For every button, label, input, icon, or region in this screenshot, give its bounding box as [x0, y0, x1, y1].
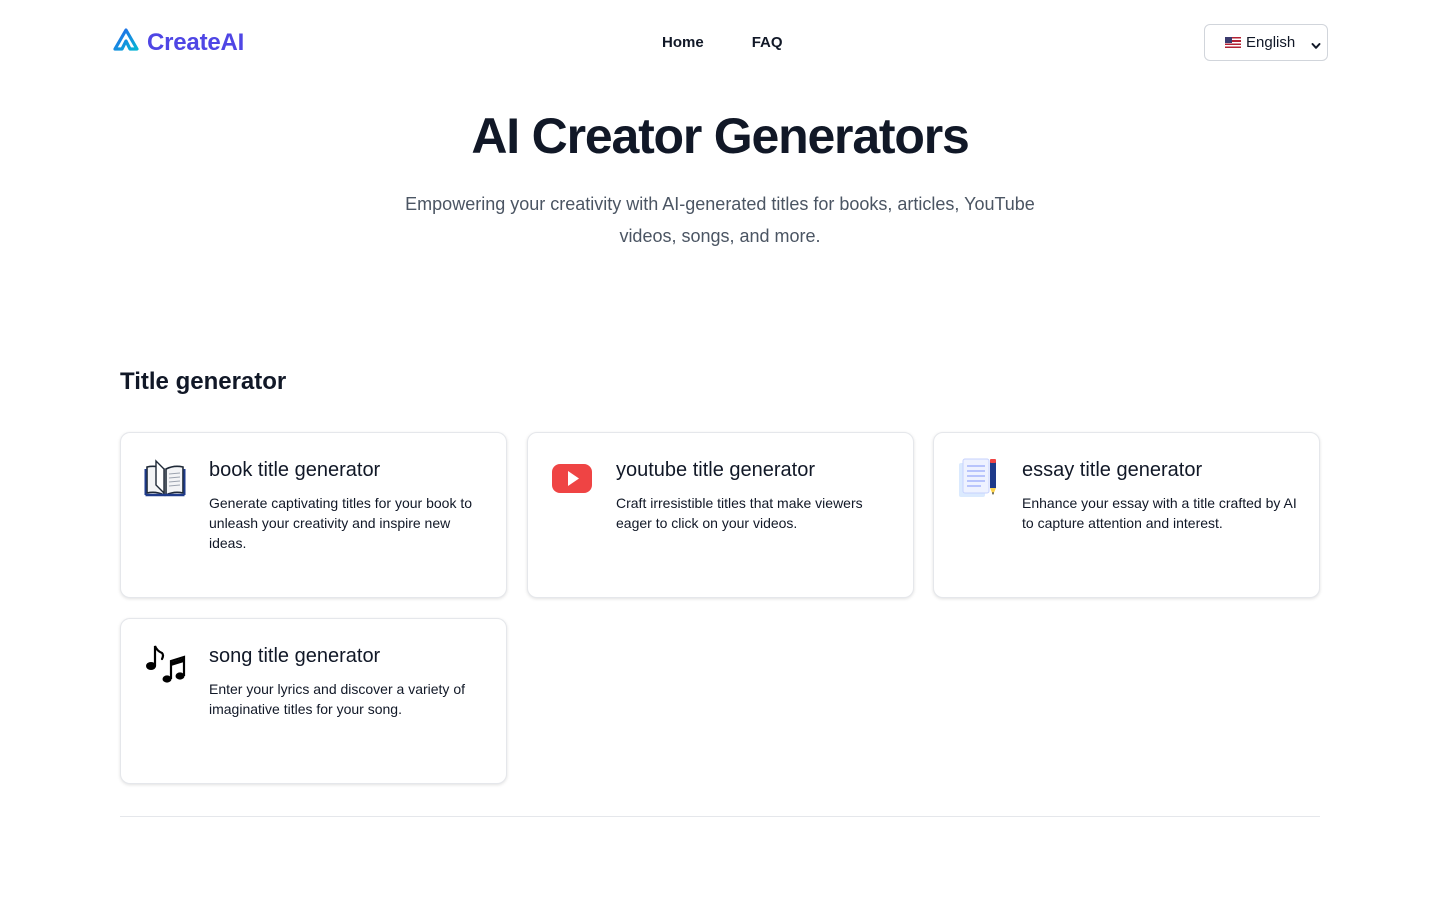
nav-home-link[interactable]: Home	[662, 34, 704, 51]
hero-section: AI Creator Generators Empowering your cr…	[0, 104, 1440, 252]
main-nav: Home FAQ	[662, 34, 783, 51]
card-description: Generate captivating titles for your boo…	[209, 495, 473, 551]
card-title: book title generator	[209, 459, 381, 481]
logo-link[interactable]: CreateAI	[113, 28, 244, 57]
open-book-icon	[144, 457, 186, 499]
card-description: Enhance your essay with a title crafted …	[1022, 495, 1297, 531]
language-select-value: English	[1246, 34, 1296, 51]
card-title: youtube title generator	[616, 459, 816, 481]
logo-text: CreateAI	[147, 28, 245, 56]
section-title: Title generator	[120, 368, 287, 395]
card-youtube-title-generator[interactable]: youtube title generator Craft irresistib…	[527, 432, 914, 598]
card-essay-title-generator[interactable]: essay title generator Enhance your essay…	[933, 432, 1320, 598]
logo-icon	[113, 28, 139, 57]
footer-divider	[120, 816, 1320, 817]
page-title: AI Creator Generators	[471, 108, 969, 164]
language-select[interactable]: English	[1204, 24, 1328, 61]
music-notes-icon	[144, 643, 186, 685]
card-title: song title generator	[209, 645, 381, 667]
nav-faq-link[interactable]: FAQ	[752, 34, 783, 51]
chevron-down-icon	[1311, 38, 1321, 49]
hero-subtitle: Empowering your creativity with AI-gener…	[405, 194, 1035, 246]
card-description: Enter your lyrics and discover a variety…	[209, 681, 465, 717]
us-flag-icon	[1225, 37, 1241, 48]
youtube-play-icon	[551, 457, 593, 499]
card-description: Craft irresistible titles that make view…	[616, 495, 863, 531]
card-book-title-generator[interactable]: book title generator Generate captivatin…	[120, 432, 507, 598]
site-header: CreateAI Home FAQ English	[0, 0, 1440, 86]
card-title: essay title generator	[1022, 459, 1203, 481]
document-pencil-icon	[957, 457, 999, 499]
card-song-title-generator[interactable]: song title generator Enter your lyrics a…	[120, 618, 507, 784]
